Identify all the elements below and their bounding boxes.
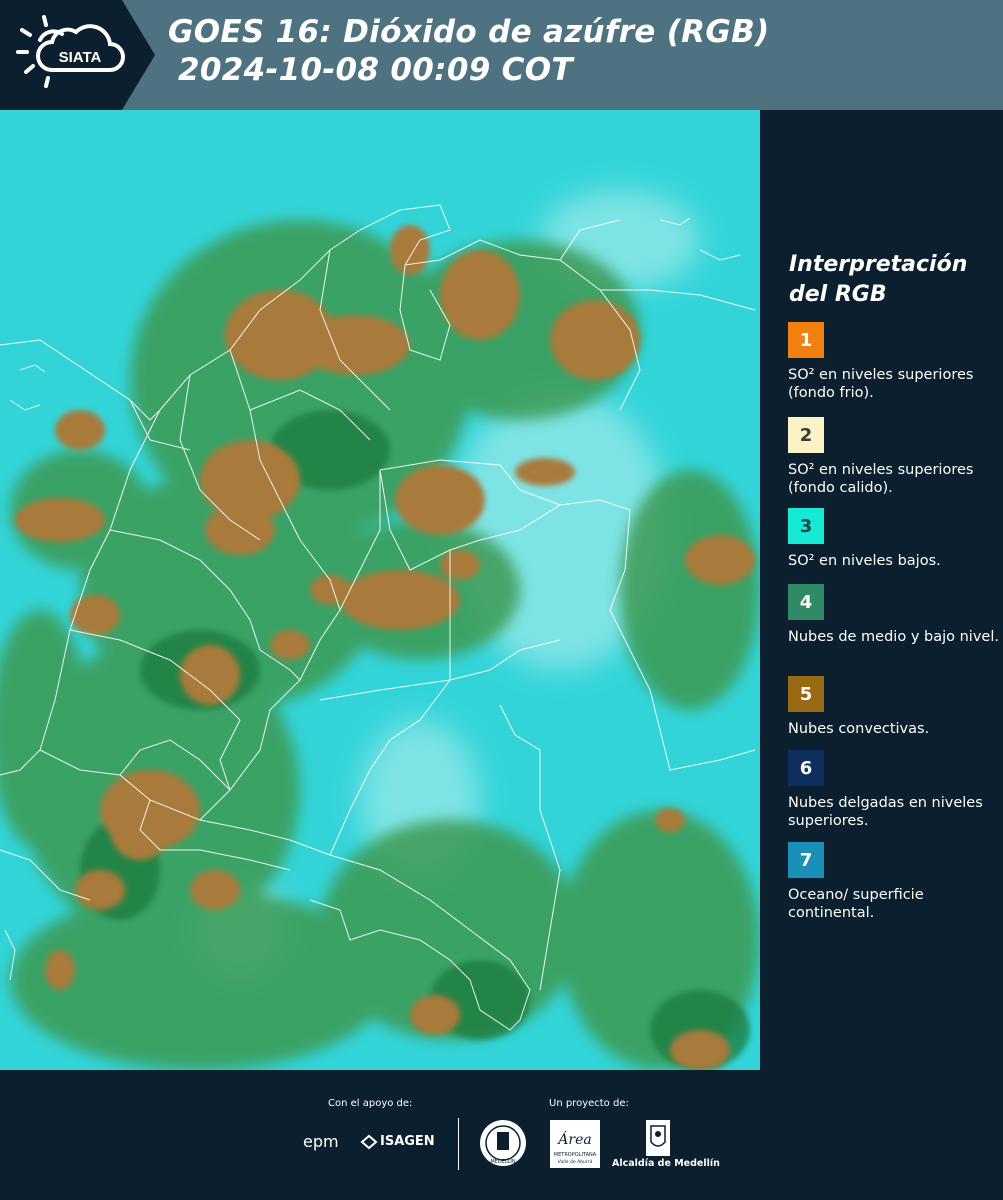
legend-swatch-3: 3	[788, 508, 824, 544]
legend-item-7: 7 Oceano/ superficie continental.	[788, 842, 1000, 922]
legend-swatch-5: 5	[788, 676, 824, 712]
legend-text-6: Nubes delgadas en niveles superiores.	[788, 795, 983, 829]
isagen-logo: ISAGEN	[380, 1134, 435, 1149]
siata-logo-text: SIATA	[59, 49, 102, 66]
footer: Con el apoyo de: Un proyecto de: epm ISA…	[0, 1070, 1003, 1200]
area-logo-sub: METROPOLITANA	[554, 1152, 597, 1158]
legend-item-1: 1 SO² en niveles superiores (fondo frio)…	[788, 322, 1000, 402]
legend-text-5: Nubes convectivas.	[788, 721, 930, 737]
legend-item-6: 6 Nubes delgadas en niveles superiores.	[788, 750, 1000, 830]
legend-item-4: 4 Nubes de medio y bajo nivel.	[788, 584, 1000, 646]
medellin-seal-icon: MEDELLÍN	[480, 1120, 526, 1166]
legend-text-4: Nubes de medio y bajo nivel.	[788, 629, 999, 645]
alcaldia-logo-text: Alcaldía de Medellín	[612, 1158, 720, 1169]
legend-text-2: SO² en niveles superiores (fondo calido)…	[788, 462, 974, 496]
page-title: GOES 16: Dióxido de azúfre (RGB)	[168, 14, 770, 50]
medellin-seal-text: MEDELLÍN	[490, 1158, 516, 1165]
support-label: Con el apoyo de:	[328, 1098, 413, 1109]
area-logo-sub2: Valle de Aburrá	[558, 1158, 593, 1165]
legend-swatch-1: 1	[788, 322, 824, 358]
legend-text-7: Oceano/ superficie continental.	[788, 887, 924, 921]
legend-swatch-7: 7	[788, 842, 824, 878]
legend-item-3: 3 SO² en niveles bajos.	[788, 508, 1000, 570]
legend-item-2: 2 SO² en niveles superiores (fondo calid…	[788, 417, 1000, 497]
project-label: Un proyecto de:	[549, 1098, 629, 1109]
area-logo-name: Área	[556, 1130, 591, 1148]
page: SIATA GOES 16: Dióxido de azúfre (RGB) 2…	[0, 0, 1003, 1200]
alcaldia-shield-icon	[646, 1120, 670, 1156]
satellite-map	[0, 110, 760, 1070]
footer-divider	[458, 1118, 459, 1170]
legend-item-5: 5 Nubes convectivas.	[788, 676, 1000, 738]
page-timestamp: 2024-10-08 00:09 COT	[178, 52, 573, 88]
area-metropolitana-logo: Área METROPOLITANA Valle de Aburrá	[550, 1120, 600, 1168]
legend-swatch-6: 6	[788, 750, 824, 786]
isagen-icon	[360, 1134, 378, 1150]
legend-panel: Interpretación del RGB 1 SO² en niveles …	[760, 110, 1003, 1070]
legend-swatch-4: 4	[788, 584, 824, 620]
legend-swatch-2: 2	[788, 417, 824, 453]
legend-title: Interpretación del RGB	[789, 252, 968, 307]
header: SIATA GOES 16: Dióxido de azúfre (RGB) 2…	[0, 0, 1003, 110]
legend-text-1: SO² en niveles superiores (fondo frio).	[788, 367, 974, 401]
siata-logo: SIATA	[0, 0, 155, 110]
legend-text-3: SO² en niveles bajos.	[788, 553, 941, 569]
satellite-image	[0, 110, 760, 1070]
epm-logo: epm	[303, 1132, 339, 1151]
